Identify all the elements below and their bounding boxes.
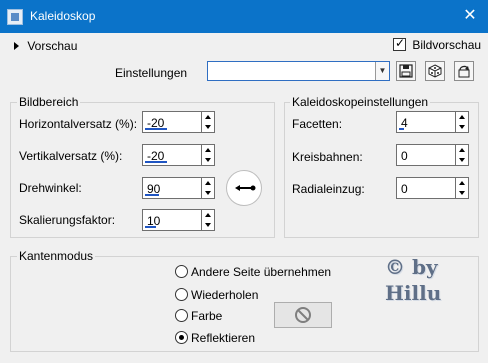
title-bar: Kaleidoskop ✕ — [0, 0, 488, 33]
bildvorschau-check-box[interactable] — [393, 36, 406, 52]
radio-button[interactable] — [175, 309, 188, 323]
spin-arrows[interactable] — [201, 178, 214, 198]
facetten-level-bar — [399, 128, 404, 130]
app-icon — [7, 9, 23, 25]
kreisbahnen-value: 0 — [401, 149, 408, 163]
kaleidoskop-title: Kaleidoskopeinstellungen — [290, 95, 431, 109]
reset-button[interactable] — [454, 61, 474, 81]
window-title: Kaleidoskop — [30, 9, 96, 23]
kantenmodus-title: Kantenmodus — [17, 249, 96, 263]
kreisbahnen-label: Kreisbahnen: — [292, 150, 363, 164]
arrow-up-icon[interactable] — [205, 213, 211, 217]
einstellungen-dropdown[interactable]: ▼ — [207, 61, 390, 81]
radio-button[interactable] — [175, 265, 188, 279]
arrow-up-icon[interactable] — [205, 148, 211, 152]
radio-button[interactable] — [175, 331, 188, 345]
radialeinzug-label: Radialeinzug: — [292, 182, 365, 196]
preview-label: Vorschau — [27, 38, 78, 53]
drehwinkel-label: Drehwinkel: — [19, 181, 82, 195]
rotation-dial[interactable] — [226, 170, 262, 206]
drehwinkel-level-bar — [145, 194, 159, 196]
watermark-line-1: © by — [385, 255, 438, 279]
horizontalversatz-spinbox[interactable]: -20 — [142, 111, 215, 133]
cube-icon — [428, 64, 442, 78]
drehwinkel-spinbox[interactable]: 90 — [142, 177, 215, 199]
vertikalversatz-level-bar — [145, 161, 167, 163]
bildvorschau-checkbox[interactable]: Bildvorschau — [393, 36, 482, 52]
arrow-down-icon[interactable] — [205, 191, 211, 195]
radio-button[interactable] — [175, 288, 188, 302]
reset-icon — [458, 65, 470, 78]
radio-label: Wiederholen — [191, 287, 259, 302]
rotation-needle-icon — [235, 185, 256, 191]
radio-farbe[interactable]: Farbe — [175, 308, 222, 323]
arrow-up-icon[interactable] — [459, 181, 465, 185]
horizontalversatz-level-bar — [145, 128, 167, 130]
skalierungsfaktor-level-bar — [145, 226, 156, 228]
radio-label: Farbe — [191, 308, 223, 323]
radio-label: Andere Seite übernehmen — [191, 264, 332, 279]
horizontalversatz-label: Horizontalversatz (%): — [19, 117, 138, 131]
arrow-up-icon[interactable] — [459, 148, 465, 152]
radio-andere-seite[interactable]: Andere Seite übernehmen — [175, 264, 331, 279]
arrow-down-icon[interactable] — [459, 125, 465, 129]
arrow-down-icon[interactable] — [205, 125, 211, 129]
arrow-down-icon[interactable] — [205, 158, 211, 162]
skalierungsfaktor-label: Skalierungsfaktor: — [19, 213, 116, 227]
color-swatch-button[interactable] — [274, 302, 332, 328]
bildvorschau-label: Bildvorschau — [412, 37, 482, 52]
save-icon — [399, 64, 413, 78]
radio-wiederholen[interactable]: Wiederholen — [175, 287, 258, 302]
spin-arrows[interactable] — [201, 210, 214, 230]
expand-triangle-icon — [14, 41, 19, 50]
arrow-down-icon[interactable] — [459, 158, 465, 162]
facetten-label: Facetten: — [292, 117, 343, 131]
spin-arrows[interactable] — [201, 145, 214, 165]
arrow-up-icon[interactable] — [459, 115, 465, 119]
no-color-icon — [295, 307, 311, 323]
save-preset-button[interactable] — [396, 61, 416, 81]
radialeinzug-value: 0 — [401, 182, 408, 196]
kreisbahnen-spinbox[interactable]: 0 — [396, 144, 469, 166]
radio-reflektieren[interactable]: Reflektieren — [175, 330, 255, 345]
spin-arrows[interactable] — [455, 178, 468, 198]
chevron-down-icon[interactable]: ▼ — [375, 62, 389, 80]
close-button[interactable]: ✕ — [458, 5, 482, 27]
watermark: © by Hillu — [385, 254, 465, 314]
vertikalversatz-label: Vertikalversatz (%): — [19, 149, 123, 163]
randomize-button[interactable] — [425, 61, 445, 81]
skalierungsfaktor-spinbox[interactable]: 10 — [142, 209, 215, 231]
arrow-up-icon[interactable] — [205, 115, 211, 119]
arrow-down-icon[interactable] — [205, 223, 211, 227]
einstellungen-label: Einstellungen — [115, 66, 188, 80]
vertikalversatz-spinbox[interactable]: -20 — [142, 144, 215, 166]
preview-toggle[interactable]: Vorschau — [14, 38, 77, 53]
radialeinzug-spinbox[interactable]: 0 — [396, 177, 469, 199]
spin-arrows[interactable] — [201, 112, 214, 132]
spin-arrows[interactable] — [455, 145, 468, 165]
bildbereich-title: Bildbereich — [17, 95, 81, 109]
facetten-spinbox[interactable]: 4 — [396, 111, 469, 133]
watermark-line-2: Hillu — [385, 281, 442, 305]
radio-label: Reflektieren — [191, 330, 256, 345]
arrow-up-icon[interactable] — [205, 181, 211, 185]
spin-arrows[interactable] — [455, 112, 468, 132]
arrow-down-icon[interactable] — [459, 191, 465, 195]
